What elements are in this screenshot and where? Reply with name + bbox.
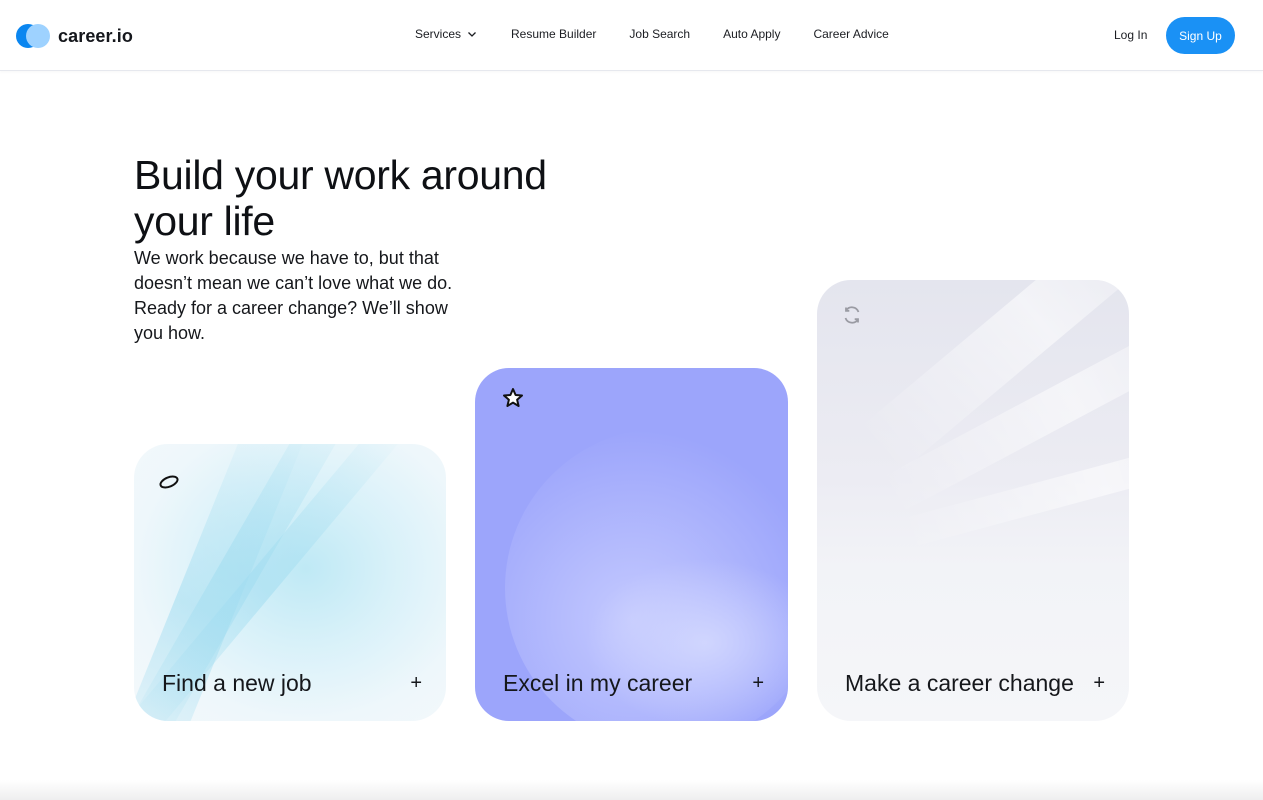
nav-resume-builder[interactable]: Resume Builder (511, 27, 596, 41)
card-make-career-change[interactable]: Make a career change + (817, 280, 1129, 721)
login-link[interactable]: Log In (1114, 28, 1147, 42)
nav-services-label: Services (415, 27, 462, 41)
logo-text: career.io (58, 25, 133, 46)
logo-icon (16, 24, 50, 48)
nav-job-search[interactable]: Job Search (629, 27, 690, 41)
site-header: career.io Services Resume Builder Job Se… (0, 0, 1263, 71)
nav-career-advice-label: Career Advice (813, 27, 889, 41)
card-label: Excel in my career (503, 670, 693, 696)
card-label: Make a career change (845, 670, 1074, 696)
nav-services[interactable]: Services (415, 27, 477, 41)
star-icon (503, 388, 523, 407)
ring-icon (159, 475, 179, 489)
refresh-icon (844, 306, 860, 324)
card-excel-in-career[interactable]: Excel in my career + (475, 368, 788, 721)
nav-job-search-label: Job Search (629, 27, 691, 41)
nav-resume-builder-label: Resume Builder (511, 27, 597, 41)
plus-icon[interactable]: + (410, 672, 422, 695)
hero-subtitle: We work because we have to, but that doe… (134, 248, 453, 343)
card-find-new-job[interactable]: Find a new job + (134, 444, 446, 721)
chevron-down-icon (468, 32, 476, 37)
page-bottom-divider (0, 780, 1263, 800)
main-nav: Services Resume Builder Job Search Auto … (415, 27, 889, 41)
plus-icon[interactable]: + (1093, 672, 1105, 695)
nav-auto-apply[interactable]: Auto Apply (723, 27, 780, 41)
card-label: Find a new job (162, 670, 312, 696)
logo[interactable]: career.io (16, 24, 133, 48)
plus-icon[interactable]: + (752, 672, 764, 695)
hero-title: Build your work around your life (134, 152, 547, 244)
nav-career-advice[interactable]: Career Advice (813, 27, 888, 41)
nav-auto-apply-label: Auto Apply (723, 27, 781, 41)
signup-button[interactable]: Sign Up (1166, 17, 1235, 54)
